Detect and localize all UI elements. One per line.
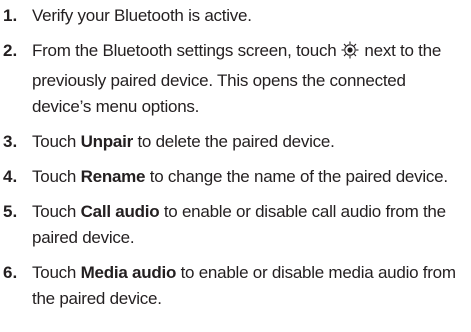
step-1: 1. Verify your Bluetooth is active.	[0, 3, 471, 29]
step-text: Verify your Bluetooth is active.	[32, 6, 252, 25]
step-2: 2. From the Bluetooth settings screen, t…	[0, 38, 471, 120]
unpair-option-label: Unpair	[80, 132, 134, 151]
step-prefix: Touch	[32, 202, 77, 221]
step-number: 3.	[3, 132, 18, 151]
step-text-before-icon: From the Bluetooth settings screen, touc…	[32, 41, 337, 60]
media-audio-option-label: Media audio	[80, 263, 177, 282]
settings-gear-icon	[340, 40, 360, 68]
step-suffix: to delete the paired device.	[137, 132, 335, 151]
step-4: 4. Touch Rename to change the name of th…	[0, 164, 471, 190]
step-number: 1.	[3, 6, 18, 25]
step-number: 2.	[3, 41, 18, 60]
step-text: Touch Unpair to delete the paired device…	[32, 129, 471, 155]
step-text: From the Bluetooth settings screen, touc…	[32, 38, 471, 120]
step-text: Touch Media audio to enable or disable m…	[32, 260, 471, 312]
step-number: 6.	[3, 263, 18, 282]
step-number: 4.	[3, 167, 18, 186]
step-number: 5.	[3, 202, 18, 221]
call-audio-option-label: Call audio	[80, 202, 160, 221]
step-text: Touch Rename to change the name of the p…	[32, 164, 471, 190]
step-prefix: Touch	[32, 132, 77, 151]
instruction-steps-list: 1. Verify your Bluetooth is active. 2. F…	[0, 0, 471, 312]
step-prefix: Touch	[32, 263, 77, 282]
step-prefix: Touch	[32, 167, 77, 186]
step-3: 3. Touch Unpair to delete the paired dev…	[0, 129, 471, 155]
rename-option-label: Rename	[80, 167, 146, 186]
step-6: 6. Touch Media audio to enable or disabl…	[0, 260, 471, 312]
step-text: Touch Call audio to enable or disable ca…	[32, 199, 471, 251]
step-suffix: to change the name of the paired device.	[149, 167, 448, 186]
step-5: 5. Touch Call audio to enable or disable…	[0, 199, 471, 251]
